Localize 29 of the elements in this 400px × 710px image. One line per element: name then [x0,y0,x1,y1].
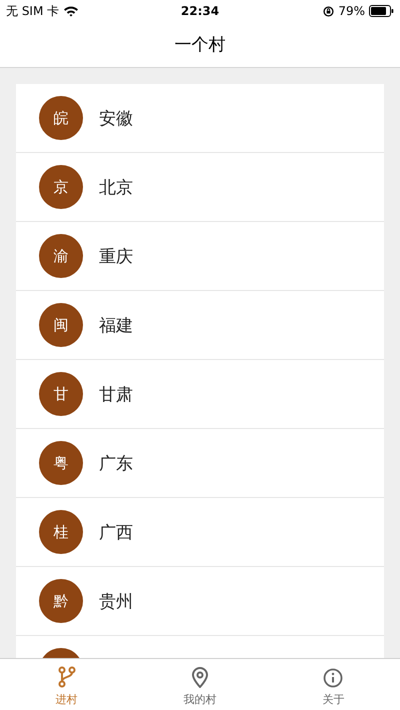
map-pin-icon [190,666,209,688]
province-item[interactable]: 粤 广东 [16,429,384,498]
province-item[interactable]: 闽 福建 [16,291,384,360]
province-avatar: 粤 [39,441,83,485]
rotation-lock-icon [323,6,334,16]
province-item[interactable]: 桂 广西 [16,498,384,567]
province-avatar: 黔 [39,579,83,623]
tab-item[interactable]: 进村 [0,659,134,710]
wifi-icon [63,5,80,17]
province-avatar: 桂 [39,510,83,554]
province-item[interactable]: 渝 重庆 [16,222,384,291]
province-avatar: 京 [39,165,83,209]
battery-icon [369,5,394,17]
province-avatar: 甘 [39,372,83,416]
info-icon [323,668,344,688]
battery-text: 79% [338,4,365,18]
clock-text: 22:34 [180,4,220,18]
tab-item[interactable]: 我的村 [133,659,267,710]
province-item[interactable]: 甘 甘肃 [16,360,384,429]
carrier-text: 无 SIM 卡 [6,2,60,20]
province-item[interactable]: 京 北京 [16,153,384,222]
province-avatar: 皖 [39,96,83,140]
province-item[interactable]: 皖 安徽 [16,84,384,153]
province-avatar: 闽 [39,303,83,347]
province-avatar: 渝 [39,234,83,278]
page-title: 一个村 [174,34,226,56]
tab-item[interactable]: 关于 [266,659,400,710]
branch-icon [58,666,76,688]
province-item[interactable]: 黔 贵州 [16,567,384,636]
